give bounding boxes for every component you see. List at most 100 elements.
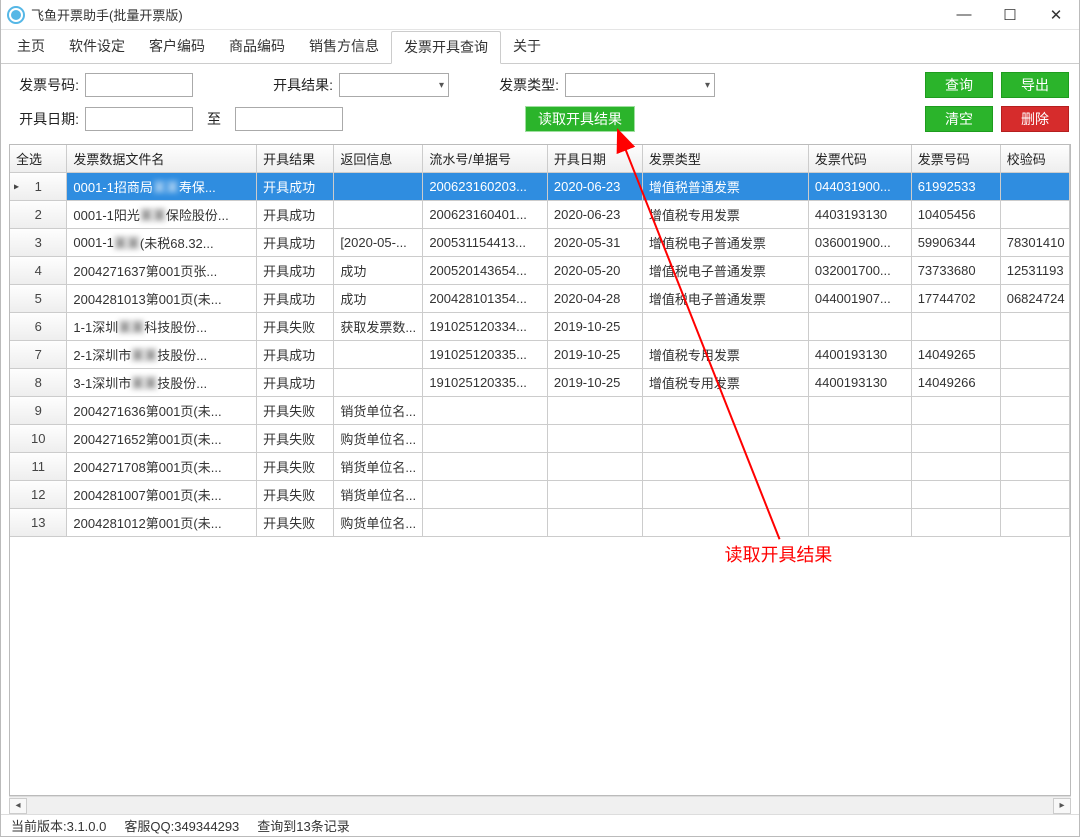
table-row[interactable]: 30001-1某某(未税68.32...开具成功[2020-05-...2005… [10,229,1070,257]
cell-type[interactable] [643,481,809,509]
cell-number[interactable] [912,509,1001,537]
col-code[interactable]: 发票代码 [809,145,912,173]
cell-return-msg[interactable] [334,173,423,201]
cell-result[interactable]: 开具成功 [257,341,334,369]
tab-invoice-query[interactable]: 发票开具查询 [391,31,501,64]
cell-code[interactable]: 036001900... [809,229,912,257]
cell-date[interactable] [548,453,643,481]
result-select[interactable]: ▾ [339,73,449,97]
cell-check[interactable] [1001,425,1070,453]
tab-product[interactable]: 商品编码 [217,31,297,64]
cell-check[interactable] [1001,397,1070,425]
table-row[interactable]: 72-1深圳市某某技股份...开具成功191025120335...2019-1… [10,341,1070,369]
row-number[interactable]: 3 [10,229,67,257]
col-date[interactable]: 开具日期 [548,145,643,173]
cell-filename[interactable]: 2004271637第001页张... [67,257,257,285]
row-number[interactable]: 11 [10,453,67,481]
cell-return-msg[interactable]: 销货单位名... [334,397,423,425]
col-select-all[interactable]: 全选 [10,145,67,173]
cell-code[interactable] [809,509,912,537]
cell-result[interactable]: 开具失败 [257,453,334,481]
cell-number[interactable]: 10405456 [912,201,1001,229]
cell-check[interactable]: 06824724 [1001,285,1070,313]
cell-number[interactable] [912,425,1001,453]
col-type[interactable]: 发票类型 [643,145,809,173]
cell-filename[interactable]: 1-1深圳某某科技股份... [67,313,257,341]
cell-number[interactable] [912,453,1001,481]
table-row[interactable]: 52004281013第001页(未...开具成功成功200428101354.… [10,285,1070,313]
cell-type[interactable]: 增值税电子普通发票 [643,229,809,257]
cell-return-msg[interactable] [334,369,423,397]
date-from-input[interactable] [85,107,193,131]
table-row[interactable]: 1▸0001-1招商局某某寿保...开具成功200623160203...202… [10,173,1070,201]
col-seq[interactable]: 流水号/单据号 [423,145,548,173]
cell-seq[interactable] [423,425,548,453]
tab-settings[interactable]: 软件设定 [57,31,137,64]
horizontal-scrollbar[interactable]: ◂ ▸ [9,796,1071,814]
cell-result[interactable]: 开具成功 [257,173,334,201]
cell-filename[interactable]: 3-1深圳市某某技股份... [67,369,257,397]
row-number[interactable]: 10 [10,425,67,453]
table-row[interactable]: 20001-1阳光某某保险股份...开具成功200623160401...202… [10,201,1070,229]
close-button[interactable]: ✕ [1033,0,1079,29]
cell-return-msg[interactable] [334,341,423,369]
cell-code[interactable] [809,481,912,509]
cell-number[interactable] [912,481,1001,509]
cell-check[interactable] [1001,173,1070,201]
scroll-right-arrow[interactable]: ▸ [1053,798,1071,814]
table-row[interactable]: 112004271708第001页(未...开具失败销货单位名... [10,453,1070,481]
cell-return-msg[interactable]: 销货单位名... [334,453,423,481]
col-filename[interactable]: 发票数据文件名 [67,145,257,173]
export-button[interactable]: 导出 [1001,72,1069,98]
cell-seq[interactable]: 200623160203... [423,173,548,201]
tab-customer[interactable]: 客户编码 [137,31,217,64]
row-number[interactable]: 6 [10,313,67,341]
cell-type[interactable] [643,453,809,481]
table-row[interactable]: 42004271637第001页张...开具成功成功200520143654..… [10,257,1070,285]
row-number[interactable]: 9 [10,397,67,425]
cell-filename[interactable]: 0001-1某某(未税68.32... [67,229,257,257]
cell-number[interactable]: 73733680 [912,257,1001,285]
cell-result[interactable]: 开具失败 [257,425,334,453]
cell-check[interactable] [1001,509,1070,537]
clear-button[interactable]: 清空 [925,106,993,132]
cell-code[interactable]: 4403193130 [809,201,912,229]
row-number[interactable]: 1▸ [10,173,67,201]
cell-code[interactable] [809,453,912,481]
cell-code[interactable] [809,425,912,453]
cell-filename[interactable]: 0001-1阳光某某保险股份... [67,201,257,229]
col-check[interactable]: 校验码 [1001,145,1070,173]
row-number[interactable]: 13 [10,509,67,537]
cell-number[interactable]: 61992533 [912,173,1001,201]
cell-type[interactable] [643,397,809,425]
cell-date[interactable] [548,425,643,453]
cell-number[interactable] [912,313,1001,341]
cell-number[interactable]: 17744702 [912,285,1001,313]
cell-date[interactable]: 2020-05-20 [548,257,643,285]
cell-seq[interactable] [423,481,548,509]
cell-date[interactable]: 2020-06-23 [548,173,643,201]
cell-return-msg[interactable]: 销货单位名... [334,481,423,509]
cell-result[interactable]: 开具失败 [257,397,334,425]
cell-code[interactable] [809,397,912,425]
cell-code[interactable]: 044031900... [809,173,912,201]
col-return-msg[interactable]: 返回信息 [334,145,423,173]
cell-date[interactable]: 2019-10-25 [548,369,643,397]
cell-date[interactable]: 2020-05-31 [548,229,643,257]
col-number[interactable]: 发票号码 [912,145,1001,173]
cell-check[interactable] [1001,313,1070,341]
table-row[interactable]: 83-1深圳市某某技股份...开具成功191025120335...2019-1… [10,369,1070,397]
cell-code[interactable]: 4400193130 [809,341,912,369]
cell-seq[interactable]: 200520143654... [423,257,548,285]
cell-check[interactable]: 12531193 [1001,257,1070,285]
cell-date[interactable]: 2019-10-25 [548,341,643,369]
cell-result[interactable]: 开具失败 [257,481,334,509]
scroll-left-arrow[interactable]: ◂ [9,798,27,814]
cell-type[interactable]: 增值税专用发票 [643,369,809,397]
col-result[interactable]: 开具结果 [257,145,334,173]
cell-number[interactable]: 59906344 [912,229,1001,257]
cell-return-msg[interactable]: [2020-05-... [334,229,423,257]
cell-check[interactable] [1001,369,1070,397]
tab-seller[interactable]: 销售方信息 [297,31,391,64]
cell-seq[interactable] [423,509,548,537]
